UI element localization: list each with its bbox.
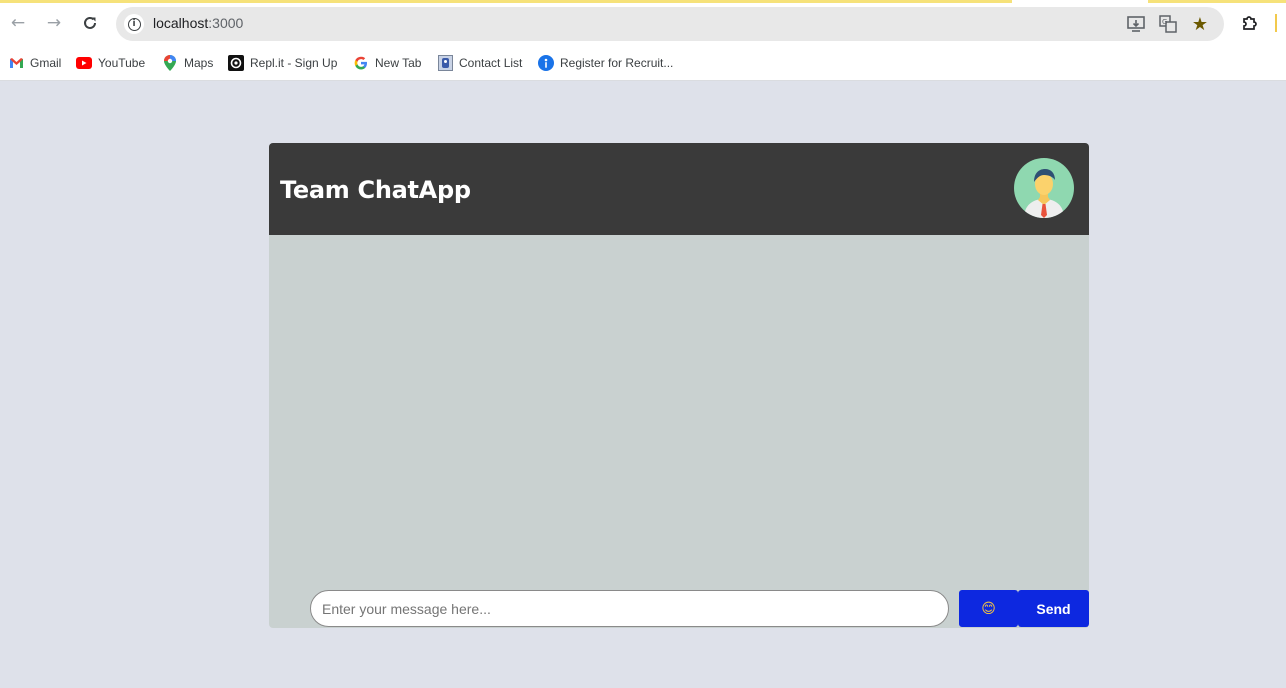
url-port: :3000: [208, 15, 244, 31]
loading-bar-secondary: [1148, 0, 1286, 3]
profile-indicator: [1275, 14, 1277, 32]
emoji-button[interactable]: 😊: [959, 590, 1018, 627]
site-info-icon[interactable]: i: [124, 14, 144, 34]
svg-text:G: G: [1162, 18, 1167, 26]
bookmark-contact-list[interactable]: Contact List: [437, 53, 522, 73]
send-button[interactable]: Send: [1018, 590, 1089, 627]
messages-area: [269, 235, 1089, 628]
url-host: localhost: [153, 15, 209, 31]
bookmark-label: Contact List: [459, 56, 523, 70]
gmail-icon: [8, 55, 24, 71]
bookmark-label: Register for Recruit...: [560, 56, 674, 70]
bookmark-new-tab[interactable]: New Tab: [353, 53, 421, 73]
bookmark-maps[interactable]: Maps: [162, 53, 213, 73]
install-app-icon[interactable]: [1125, 14, 1147, 34]
url-text[interactable]: localhost:3000: [153, 15, 243, 31]
bookmark-gmail[interactable]: Gmail: [8, 53, 61, 73]
bookmark-label: Repl.it - Sign Up: [250, 56, 338, 70]
bookmark-star-icon[interactable]: ★: [1189, 14, 1211, 35]
bookmark-label: YouTube: [98, 56, 146, 70]
translate-icon[interactable]: G: [1157, 14, 1179, 34]
extensions-puzzle-icon[interactable]: [1238, 12, 1262, 34]
replit-icon: [228, 55, 244, 71]
user-avatar-icon[interactable]: [1014, 158, 1074, 218]
back-arrow-icon[interactable]: ←: [7, 12, 29, 34]
google-icon: [353, 55, 369, 71]
bookmark-youtube[interactable]: YouTube: [76, 53, 145, 73]
bookmark-label: Maps: [184, 56, 214, 70]
app-title: Team ChatApp: [280, 176, 471, 204]
smiley-emoji-icon: 😊: [981, 600, 996, 617]
bookmark-label: New Tab: [375, 56, 422, 70]
maps-icon: [162, 55, 178, 71]
forward-arrow-icon[interactable]: →: [43, 12, 65, 34]
address-bar[interactable]: i localhost:3000 G ★: [116, 7, 1224, 41]
reload-icon[interactable]: [79, 12, 101, 34]
chat-container: Team ChatApp 😊 Send: [269, 143, 1089, 628]
message-input[interactable]: [310, 590, 949, 627]
bookmark-replit[interactable]: Repl.it - Sign Up: [228, 53, 337, 73]
contact-list-icon: [437, 55, 453, 71]
bookmark-register[interactable]: Register for Recruit...: [538, 53, 673, 73]
bookmark-label: Gmail: [30, 56, 62, 70]
register-icon: [538, 55, 554, 71]
browser-toolbar: ← → i localhost:3000 G ★: [0, 0, 1286, 46]
chat-header: Team ChatApp: [269, 143, 1089, 235]
loading-bar: [0, 0, 1012, 3]
bookmarks-bar: Gmail YouTube Maps Repl.it - Sign Up New…: [0, 46, 1286, 81]
youtube-icon: [76, 55, 92, 71]
